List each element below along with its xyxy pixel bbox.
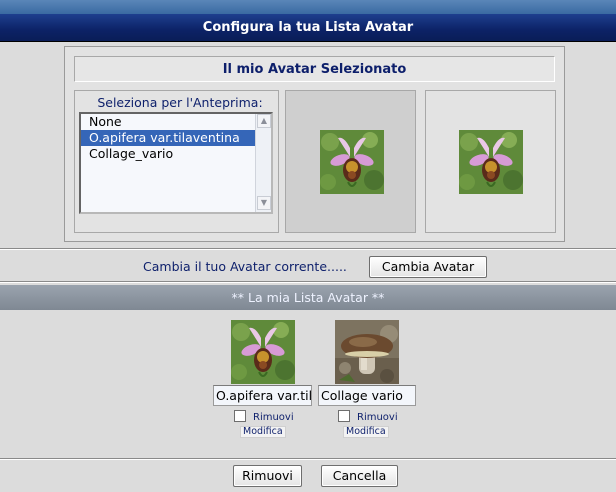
selected-avatar-preview-image xyxy=(320,130,384,194)
avatar-option-none[interactable]: None xyxy=(81,114,271,130)
edit-link-2[interactable]: Modifica xyxy=(343,426,389,438)
cancel-button[interactable]: Cancella xyxy=(321,465,398,487)
avatar-preview-listbox[interactable]: None O.apifera var.tilaventina Collage_v… xyxy=(79,112,273,214)
top-header-strip xyxy=(0,0,616,14)
listbox-scrollbar[interactable]: ▲ ▼ xyxy=(255,114,271,212)
scroll-up-arrow-icon[interactable]: ▲ xyxy=(257,114,271,128)
remove-checkbox-1[interactable] xyxy=(234,410,246,422)
remove-checkbox-2[interactable] xyxy=(338,410,350,422)
avatar-option-orchid[interactable]: O.apifera var.tilaventina xyxy=(81,130,271,146)
preview-select-label: Seleziona per l'Anteprima: xyxy=(97,95,263,110)
divider xyxy=(0,248,616,250)
avatar-option-collage[interactable]: Collage_vario xyxy=(81,146,271,162)
remove-label-2: Rimuovi xyxy=(357,412,398,423)
change-avatar-text: Cambia il tuo Avatar corrente..... xyxy=(143,259,347,274)
selected-avatar-heading: Il mio Avatar Selezionato xyxy=(74,56,555,82)
avatar-list-image-mushroom xyxy=(335,320,399,384)
edit-link-1[interactable]: Modifica xyxy=(240,426,286,438)
divider xyxy=(0,458,616,460)
divider xyxy=(0,281,616,283)
remove-button[interactable]: Rimuovi xyxy=(233,465,302,487)
change-avatar-button[interactable]: Cambia Avatar xyxy=(369,256,487,278)
avatar-list-heading: ** La mia Lista Avatar ** xyxy=(0,285,616,310)
avatar-list-image-orchid xyxy=(231,320,295,384)
current-avatar-preview-image xyxy=(459,130,523,194)
remove-label-1: Rimuovi xyxy=(253,412,294,423)
scroll-down-arrow-icon[interactable]: ▼ xyxy=(257,196,271,210)
avatar-name-field-2[interactable]: Collage vario xyxy=(318,385,416,406)
avatar-name-field-1[interactable]: O.apifera var.tilaventina xyxy=(213,385,312,406)
window-title: Configura la tua Lista Avatar xyxy=(0,14,616,42)
